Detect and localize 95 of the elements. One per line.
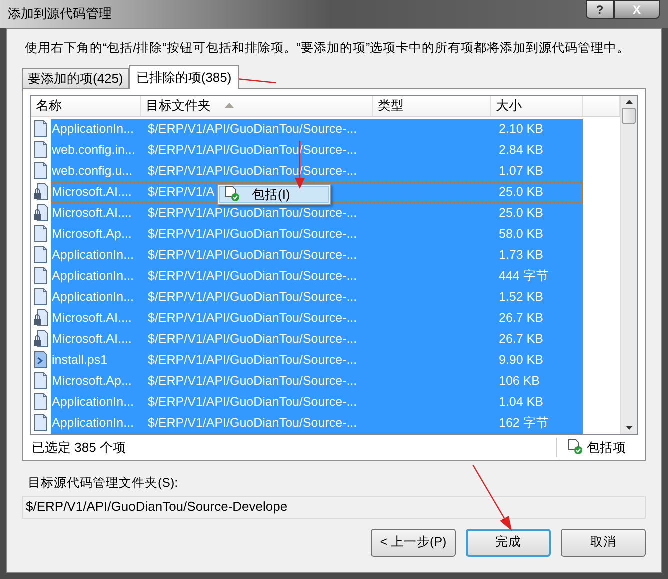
name-cell-text: Microsoft.AI....	[52, 330, 133, 348]
file-icon	[33, 120, 49, 138]
include-button[interactable]: 包括项	[556, 438, 626, 457]
size-cell-text: 2.10 KB	[498, 120, 544, 138]
folder-cell: $/ERP/V1/API/GuoDianTou/Source-...	[148, 394, 358, 409]
name-cell-text: ApplicationIn...	[52, 394, 135, 411]
size-cell-text: 1.07 KB	[498, 162, 544, 180]
size-cell-text: 444 字节	[498, 268, 550, 285]
size-cell-text: 1.52 KB	[498, 288, 544, 306]
target-folder-field[interactable]: $/ERP/V1/API/GuoDianTou/Source-Develope	[22, 496, 646, 518]
column-header[interactable]: 名称	[31, 96, 141, 116]
folder-cell: $/ERP/V1/API/GuoDianTou/Source-...	[148, 310, 358, 325]
tab[interactable]: 已排除的项(385)	[129, 64, 239, 89]
script-file-icon	[33, 351, 49, 370]
table-row[interactable]: Microsoft.AI.... $/ERP/V1/API/GuoDianTou/Source-... 26.7 KB	[51, 308, 583, 329]
name-cell-text: Microsoft.AI....	[52, 184, 133, 201]
folder-cell: $/ERP/V1/API/GuoDianTou/Source-...	[148, 206, 358, 220]
file-icon	[33, 414, 49, 432]
size-cell-text: 162 字节	[498, 414, 550, 432]
folder-cell: $/ERP/V1/API/GuoDianTou/Source-...	[148, 248, 358, 262]
file-icon	[33, 141, 49, 160]
file-icon	[33, 393, 49, 412]
include-icon	[567, 439, 583, 456]
table-row[interactable]: Microsoft.Ap... $/ERP/V1/API/GuoDianTou/Source-... 58.0 KB	[51, 224, 583, 245]
column-header[interactable]: 类型	[373, 96, 491, 116]
name-cell-text: Microsoft.AI....	[52, 204, 133, 222]
dialog-button[interactable]: < 上一步(P)	[371, 528, 456, 556]
locked-file-icon	[33, 309, 49, 328]
folder-cell: $/ERP/V1/API/GuoDianTou/Source-...	[148, 416, 358, 430]
locked-file-icon	[33, 330, 49, 348]
locked-file-icon	[33, 204, 49, 222]
table-row[interactable]: ApplicationIn... $/ERP/V1/API/GuoDianTou/Source-... 162 字节	[51, 412, 583, 434]
column-header[interactable]: 大小	[491, 96, 583, 116]
include-icon	[224, 186, 240, 202]
file-icon	[33, 267, 49, 286]
size-cell-text: 1.04 KB	[498, 394, 544, 411]
table-row[interactable]: ApplicationIn... $/ERP/V1/API/GuoDianTou/Source-... 444 字节	[51, 266, 583, 287]
scroll-up-icon[interactable]	[626, 100, 632, 104]
file-icon	[33, 225, 49, 244]
name-cell-text: Microsoft.Ap...	[52, 372, 133, 390]
table-row[interactable]: install.ps1 $/ERP/V1/API/GuoDianTou/Source-... 9.90 KB	[51, 350, 583, 371]
locked-file-icon	[33, 183, 49, 202]
size-cell-text: 1.73 KB	[498, 246, 544, 264]
folder-cell: $/ERP/V1/API/GuoDianTou/Source-...	[148, 226, 358, 241]
table-row[interactable]: Microsoft.AI.... $/ERP/V1/API/GuoDianTou/Source-... 26.7 KB	[51, 328, 583, 350]
file-icon	[33, 162, 49, 180]
size-cell-text: 25.0 KB	[498, 184, 544, 201]
table-row[interactable]: ApplicationIn... $/ERP/V1/API/GuoDianTou/Source-... 1.04 KB	[51, 392, 583, 413]
table-row[interactable]: ApplicationIn... $/ERP/V1/API/GuoDianTou/Source-... 1.73 KB	[51, 244, 583, 266]
folder-cell: $/ERP/V1/A	[148, 184, 215, 199]
size-cell-text: 26.7 KB	[498, 330, 544, 348]
dialog-button[interactable]: 取消	[561, 528, 646, 556]
target-folder-label: 目标源代码管理文件夹(S):	[28, 474, 180, 492]
selection-count: 已选定 385 个项	[32, 438, 126, 456]
window-title: 添加到源代码管理	[8, 5, 112, 24]
dialog-button[interactable]: 完成	[466, 528, 551, 556]
scroll-down-icon[interactable]	[626, 426, 632, 430]
file-icon	[33, 246, 49, 264]
size-cell-text: 26.7 KB	[498, 310, 544, 327]
tab[interactable]: 要添加的项(425)	[22, 68, 130, 88]
name-cell-text: ApplicationIn...	[52, 288, 135, 306]
table-row[interactable]: ApplicationIn... $/ERP/V1/API/GuoDianTou/Source-... 2.10 KB	[51, 118, 583, 140]
name-cell-text: web.config.u...	[52, 162, 134, 180]
file-icon	[33, 288, 49, 306]
sort-arrow-icon	[225, 103, 234, 108]
folder-cell: $/ERP/V1/API/GuoDianTou/Source-...	[148, 290, 358, 304]
scroll-thumb[interactable]	[622, 108, 636, 124]
name-cell-text: install.ps1	[52, 352, 109, 369]
folder-cell: $/ERP/V1/API/GuoDianTou/Source-...	[148, 352, 358, 367]
size-cell-text: 58.0 KB	[498, 226, 544, 243]
name-cell-text: ApplicationIn...	[52, 414, 135, 432]
name-cell-text: ApplicationIn...	[52, 120, 135, 138]
folder-cell: $/ERP/V1/API/GuoDianTou/Source-...	[148, 268, 358, 283]
name-cell-text: ApplicationIn...	[52, 246, 135, 264]
folder-cell: $/ERP/V1/API/GuoDianTou/Source-...	[148, 122, 358, 136]
help-button[interactable]: ?	[586, 0, 614, 19]
name-cell-text: web.config.in...	[52, 142, 136, 159]
table-row[interactable]: Microsoft.AI.... $/ERP/V1/API/GuoDianTou/Source-... 25.0 KB	[51, 202, 583, 224]
scrollbar[interactable]	[620, 96, 637, 434]
size-cell-text: 106 KB	[498, 372, 540, 390]
size-cell-text: 2.84 KB	[498, 142, 544, 159]
size-cell-text: 9.90 KB	[498, 352, 544, 369]
table-row[interactable]: Microsoft.Ap... $/ERP/V1/API/GuoDianTou/Source-... 106 KB	[51, 370, 583, 392]
close-button[interactable]: X	[614, 0, 660, 19]
name-cell-text: Microsoft.AI....	[52, 310, 133, 327]
size-cell-text: 25.0 KB	[498, 204, 544, 222]
name-cell-text: ApplicationIn...	[52, 268, 135, 285]
folder-cell: $/ERP/V1/API/GuoDianTou/Source-...	[148, 374, 358, 388]
table-row[interactable]: ApplicationIn... $/ERP/V1/API/GuoDianTou/Source-... 1.52 KB	[51, 286, 583, 308]
include-menu-item[interactable]: 包括(I)	[219, 186, 329, 203]
instructions-text: 使用右下角的“包括/排除”按钮可包括和排除项。“要添加的项”选项卡中的所有项都将添加到源代码管理中。	[25, 40, 632, 57]
column-header[interactable]: 目标文件夹	[141, 96, 373, 116]
folder-cell: $/ERP/V1/API/GuoDianTou/Source-...	[148, 332, 358, 346]
file-icon	[33, 372, 49, 390]
name-cell-text: Microsoft.Ap...	[52, 226, 133, 243]
